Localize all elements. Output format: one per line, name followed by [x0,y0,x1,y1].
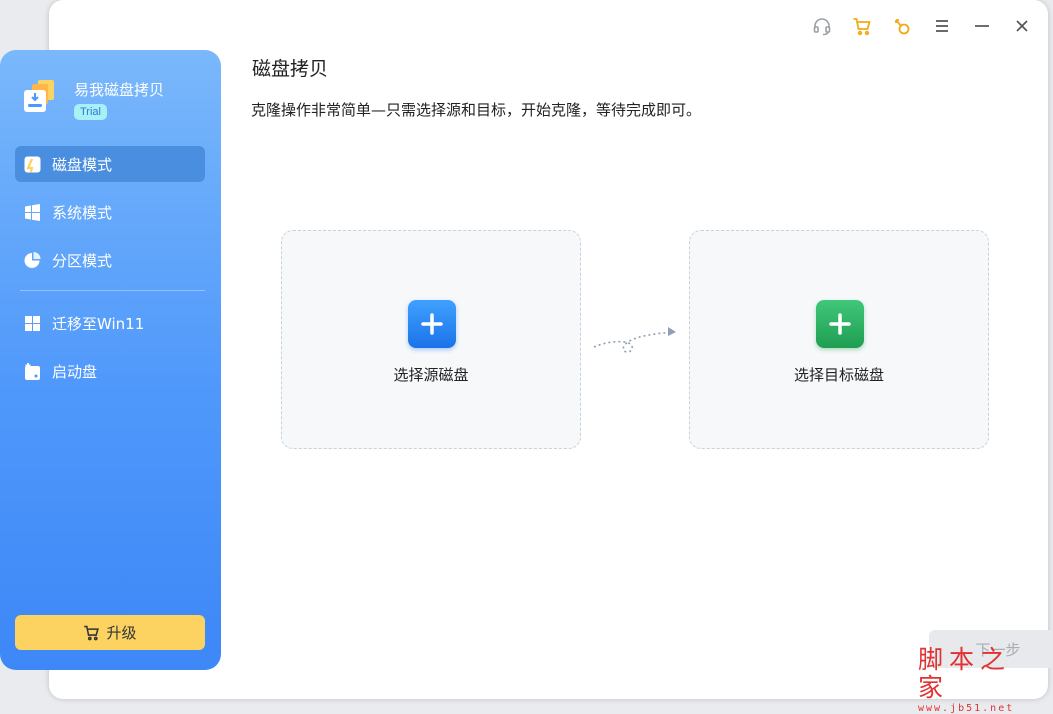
add-source-button[interactable] [408,300,456,348]
sidebar-item-label: 迁移至Win11 [52,314,145,333]
add-target-button[interactable] [816,300,864,348]
cart-icon [84,625,100,641]
pie-chart-icon [24,251,41,268]
app-name: 易我磁盘拷贝 [74,81,165,99]
page-description: 克隆操作非常简单—只需选择源和目标，开始克隆，等待完成即可。 [251,101,702,119]
source-disk-label: 选择源磁盘 [393,366,469,384]
sidebar-item-migrate-win11[interactable]: 迁移至Win11 [15,305,205,341]
dashed-arrow-icon [593,327,676,353]
win11-icon [25,315,40,331]
trial-badge: Trial [74,104,107,120]
app-logo-icon [24,80,54,112]
sidebar-item-partition-mode[interactable]: 分区模式 [15,242,205,278]
watermark: 脚本之家 www.jb51.net [918,646,1036,714]
watermark-text: 脚本之家 [918,645,1012,702]
page-title: 磁盘拷贝 [252,58,329,80]
titlebar-controls [812,14,1032,38]
plus-icon [829,313,851,335]
boot-disk-icon [25,362,40,380]
sidebar-item-label: 启动盘 [52,362,98,381]
brand: 易我磁盘拷贝 Trial [20,78,164,120]
sidebar-nav: 磁盘模式 系统模式 分区模式 迁移至Win11 启动盘 [15,146,205,401]
sidebar-item-label: 分区模式 [52,251,113,270]
sidebar-item-system-mode[interactable]: 系统模式 [15,194,205,230]
sidebar-item-boot-disk[interactable]: 启动盘 [15,353,205,389]
plus-icon [421,313,443,335]
sidebar-item-label: 系统模式 [52,203,113,222]
menu-icon[interactable] [932,16,952,36]
headset-icon[interactable] [812,16,832,36]
key-icon[interactable] [892,16,912,36]
minimize-icon[interactable] [972,16,992,36]
sidebar: 易我磁盘拷贝 Trial 磁盘模式 系统模式 分区模式 迁移至Win11 启动盘… [0,50,221,670]
upgrade-button[interactable]: 升级 [15,615,205,650]
target-disk-label: 选择目标磁盘 [793,366,884,384]
disk-mode-icon [24,156,41,172]
source-disk-card[interactable]: 选择源磁盘 [281,230,581,449]
cart-icon[interactable] [852,16,872,36]
watermark-url: www.jb51.net [918,703,1015,714]
windows-icon [25,203,40,221]
target-disk-card[interactable]: 选择目标磁盘 [689,230,989,449]
sidebar-item-label: 磁盘模式 [52,155,113,174]
close-icon[interactable] [1012,16,1032,36]
sidebar-item-disk-mode[interactable]: 磁盘模式 [15,146,205,182]
nav-divider [20,290,205,291]
upgrade-label: 升级 [106,624,137,642]
